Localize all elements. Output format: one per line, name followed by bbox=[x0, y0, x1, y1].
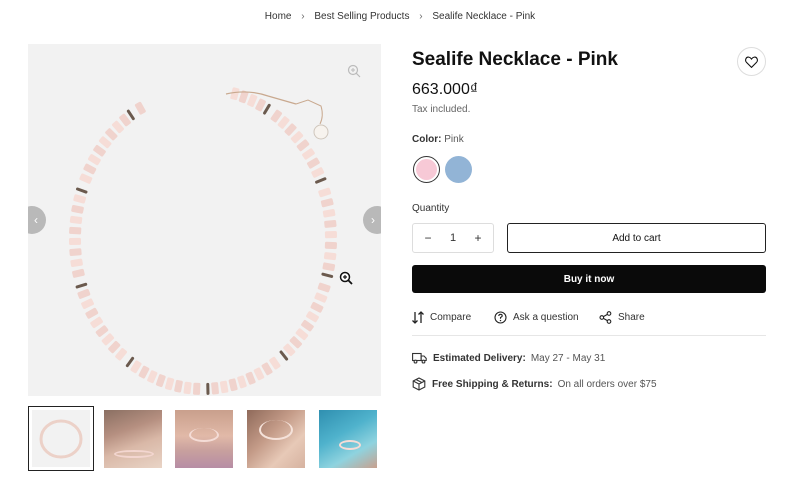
compare-button[interactable]: Compare bbox=[412, 311, 471, 324]
delivery-value: May 27 - May 31 bbox=[530, 352, 606, 364]
thumbnail-strip bbox=[28, 406, 381, 471]
thumbnail-3[interactable] bbox=[175, 410, 233, 468]
chevron-left-icon: ‹ bbox=[34, 213, 38, 227]
quantity-increase-button[interactable]: + bbox=[471, 231, 485, 245]
tax-note: Tax included. bbox=[412, 104, 471, 115]
breadcrumb-home[interactable]: Home bbox=[265, 11, 292, 22]
truck-icon bbox=[412, 352, 427, 364]
thumbnail-4[interactable] bbox=[247, 410, 305, 468]
color-label-text: Color: bbox=[412, 134, 442, 145]
shipping-value: On all orders over $75 bbox=[557, 378, 657, 390]
product-main-image[interactable]: ‹ › bbox=[28, 44, 381, 396]
zoom-cursor-icon bbox=[339, 271, 353, 285]
thumbnail-2[interactable] bbox=[104, 410, 162, 468]
quantity-stepper: − 1 + bbox=[412, 223, 494, 253]
thumbnail-1[interactable] bbox=[28, 406, 94, 471]
share-icon bbox=[599, 311, 612, 324]
color-label: Color: Pink bbox=[412, 134, 464, 145]
heart-icon bbox=[745, 56, 758, 68]
quantity-input[interactable]: 1 bbox=[450, 232, 456, 244]
product-title: Sealife Necklace - Pink bbox=[412, 49, 618, 70]
ask-question-button[interactable]: Ask a question bbox=[494, 311, 579, 324]
product-price: 663.000₫ bbox=[412, 81, 479, 98]
share-button[interactable]: Share bbox=[599, 311, 645, 324]
compare-label: Compare bbox=[430, 312, 472, 323]
chevron-right-icon: › bbox=[371, 213, 375, 227]
swatch-blue[interactable] bbox=[445, 156, 472, 183]
quantity-label: Quantity bbox=[412, 203, 450, 214]
question-icon bbox=[494, 311, 507, 324]
thumbnail-5[interactable] bbox=[319, 410, 377, 468]
product-info: Sealife Necklace - Pink 663.000₫ Tax inc… bbox=[412, 0, 766, 499]
ask-question-label: Ask a question bbox=[513, 312, 579, 323]
breadcrumb-best-selling[interactable]: Best Selling Products bbox=[314, 11, 409, 22]
zoom-icon[interactable] bbox=[347, 64, 361, 78]
package-icon bbox=[412, 377, 426, 391]
color-value: Pink bbox=[444, 134, 464, 145]
quantity-decrease-button[interactable]: − bbox=[421, 231, 435, 245]
free-shipping: Free Shipping & Returns: On all orders o… bbox=[412, 377, 657, 391]
shipping-label: Free Shipping & Returns: bbox=[432, 378, 553, 390]
necklace-thumbnail-image bbox=[39, 419, 83, 459]
delivery-label: Estimated Delivery: bbox=[433, 352, 526, 364]
add-to-cart-button[interactable]: Add to cart bbox=[507, 223, 766, 253]
share-label: Share bbox=[618, 312, 645, 323]
necklace-image bbox=[68, 87, 338, 395]
swatch-pink[interactable] bbox=[413, 156, 440, 183]
divider bbox=[412, 335, 766, 336]
estimated-delivery: Estimated Delivery: May 27 - May 31 bbox=[412, 352, 605, 364]
compare-icon bbox=[412, 311, 424, 324]
breadcrumb-separator: › bbox=[301, 11, 305, 22]
product-actions: Compare Ask a question Share bbox=[412, 311, 766, 327]
wishlist-button[interactable] bbox=[737, 47, 766, 76]
buy-now-button[interactable]: Buy it now bbox=[412, 265, 766, 293]
